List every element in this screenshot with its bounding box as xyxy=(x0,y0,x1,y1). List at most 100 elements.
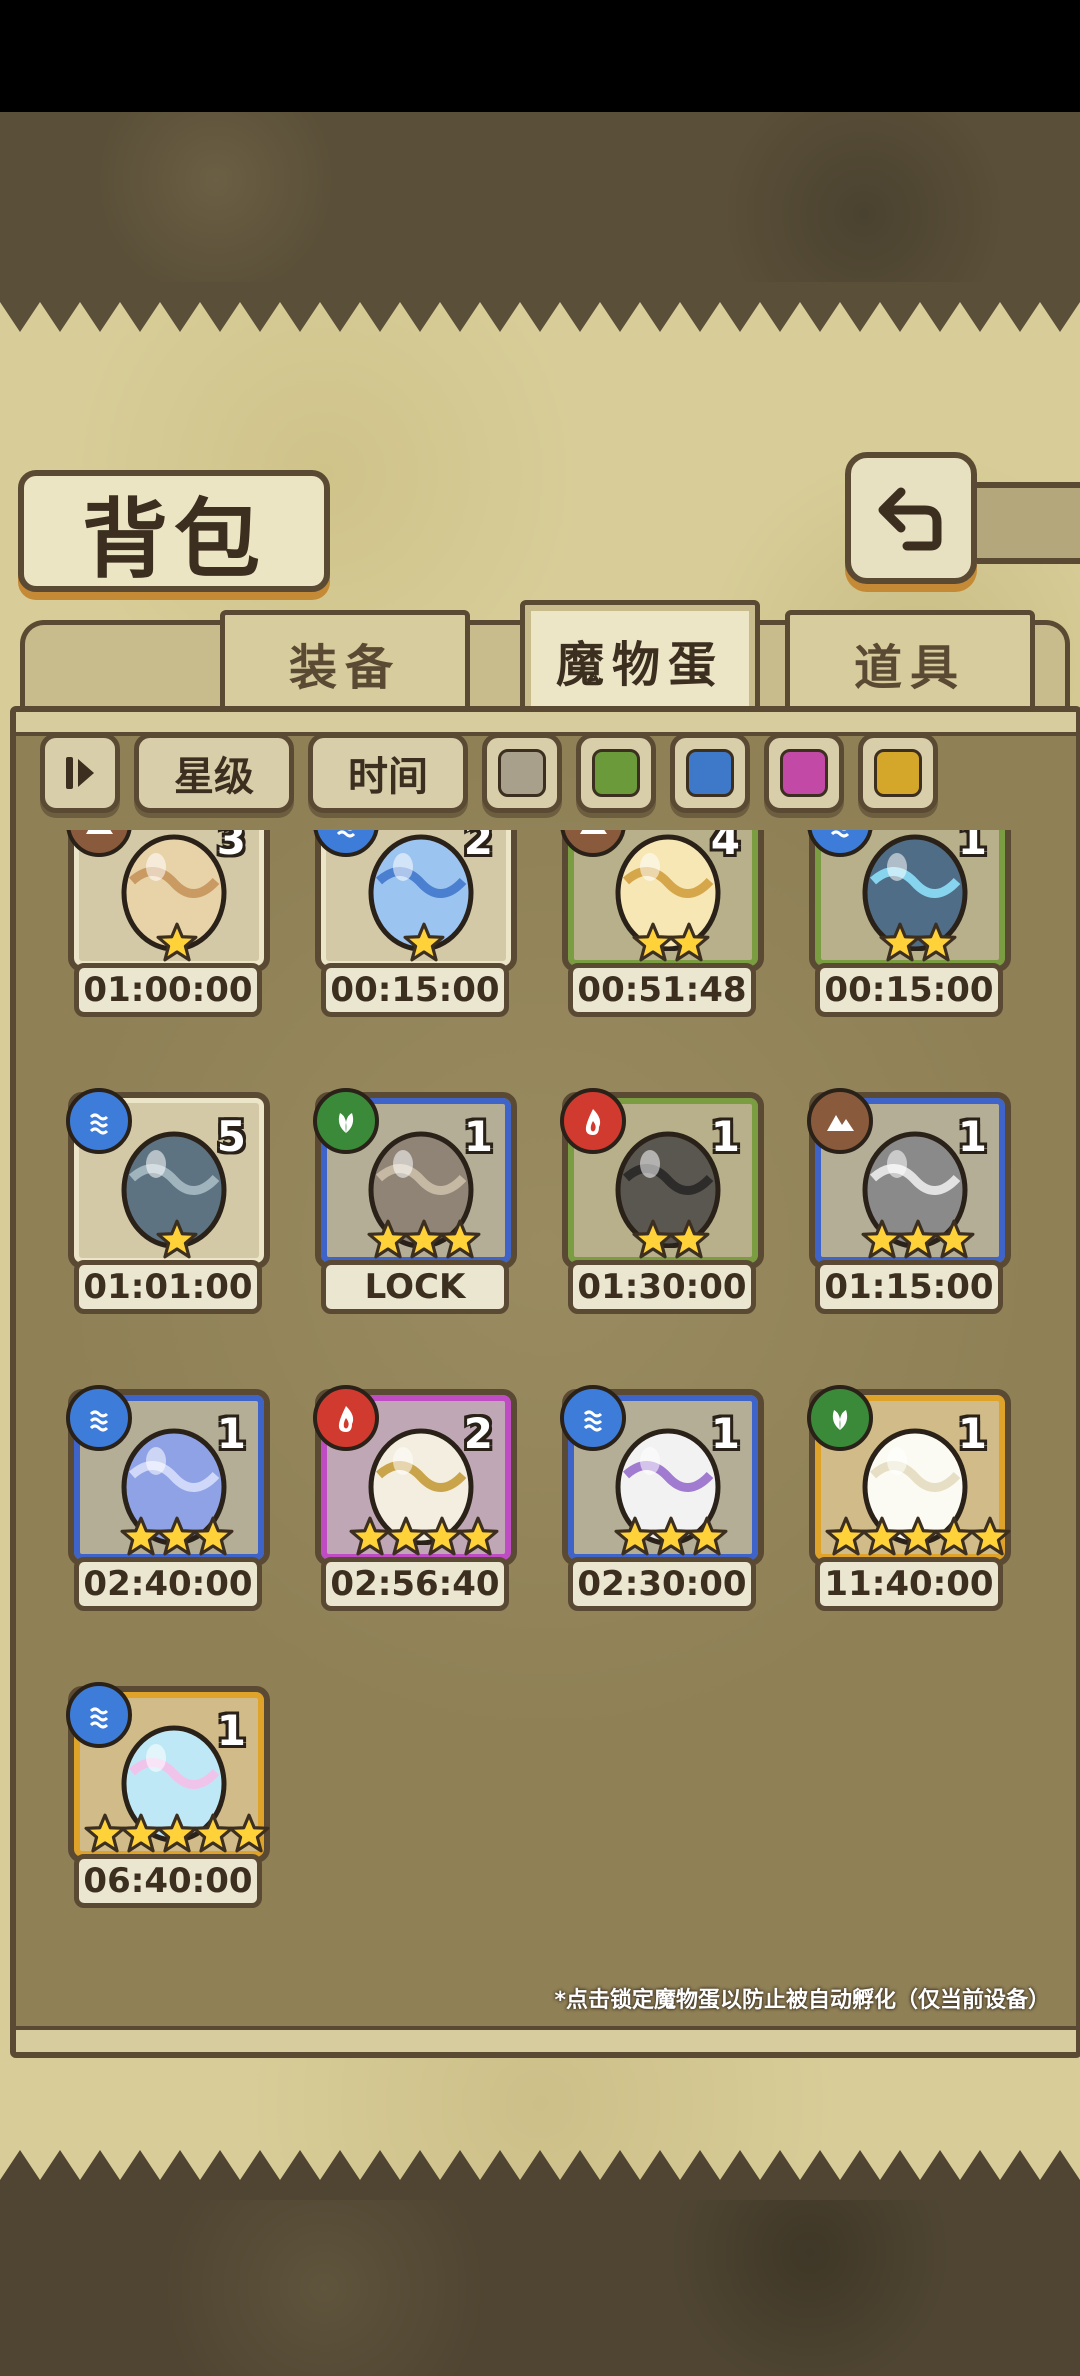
egg-count: 4 xyxy=(710,830,740,864)
element-badge xyxy=(807,1088,873,1154)
egg-slot[interactable]: 1 01:15:00 xyxy=(801,1088,1011,1332)
back-rail xyxy=(965,482,1080,564)
filter-blue-button[interactable] xyxy=(670,733,750,813)
hatch-timer: 11:40:00 xyxy=(815,1557,1003,1611)
zigzag-bottom-border xyxy=(0,2150,1080,2200)
water-element-icon xyxy=(583,1410,603,1432)
sort-by-time-button[interactable]: 时间 xyxy=(308,733,468,813)
egg-slot[interactable]: 4 00:51:48 xyxy=(554,830,764,1035)
earth-element-icon xyxy=(827,1115,854,1131)
gray-swatch xyxy=(498,749,546,797)
tab-monster-eggs-label: 魔物蛋 xyxy=(555,637,724,693)
hatch-timer: 01:15:00 xyxy=(815,1260,1003,1314)
egg-card[interactable]: 1 xyxy=(66,1385,270,1566)
hatch-timer: 01:00:00 xyxy=(74,963,262,1017)
egg-slot[interactable]: 1 00:15:00 xyxy=(801,830,1011,1035)
element-badge xyxy=(66,1682,132,1748)
egg-card[interactable]: 2 xyxy=(313,1385,517,1566)
water-element-icon xyxy=(89,1410,109,1432)
element-badge xyxy=(807,1385,873,1451)
element-badge xyxy=(560,1385,626,1451)
egg-count: 3 xyxy=(216,830,246,864)
egg-count: 1 xyxy=(216,1409,246,1458)
egg-card[interactable]: 3 xyxy=(66,830,270,972)
hatch-timer: 00:51:48 xyxy=(568,963,756,1017)
filter-green-button[interactable] xyxy=(576,733,656,813)
water-element-icon xyxy=(336,830,356,838)
plant-element-icon xyxy=(338,1113,354,1133)
hatch-timer: 02:56:40 xyxy=(321,1557,509,1611)
star-icon xyxy=(156,922,197,962)
egg-card[interactable]: 1 xyxy=(807,1088,1011,1269)
tab-equipment-label: 装备 xyxy=(288,640,401,696)
egg-count: 5 xyxy=(216,1112,246,1161)
sort-by-stars-button[interactable]: 星级 xyxy=(134,733,294,813)
egg-count: 2 xyxy=(463,830,493,864)
egg-slot[interactable]: 2 00:15:00 xyxy=(307,830,517,1035)
water-element-icon xyxy=(89,1707,109,1729)
egg-slot[interactable]: 1 02:40:00 xyxy=(60,1385,270,1629)
filter-bar: 星级 时间 xyxy=(40,733,938,813)
egg-card[interactable]: 1 xyxy=(807,830,1011,972)
egg-card[interactable]: 1 xyxy=(807,1385,1011,1566)
hatch-timer: 00:15:00 xyxy=(321,963,509,1017)
star-icon xyxy=(228,1813,269,1853)
egg-card[interactable]: 1 xyxy=(560,1088,764,1269)
star-icon xyxy=(192,1516,233,1556)
tab-monster-eggs[interactable]: 魔物蛋 xyxy=(520,600,760,720)
egg-slot[interactable]: 1 LOCK xyxy=(307,1088,517,1332)
egg-card[interactable]: 1 xyxy=(560,1385,764,1566)
egg-card[interactable]: 2 xyxy=(313,830,517,972)
hatch-timer: 01:01:00 xyxy=(74,1260,262,1314)
egg-count: 1 xyxy=(710,1112,740,1161)
element-badge xyxy=(313,1385,379,1451)
title-plate: 背包 xyxy=(18,470,330,592)
hatch-timer: 06:40:00 xyxy=(74,1854,262,1908)
hatch-timer: LOCK xyxy=(321,1260,509,1314)
filter-purple-button[interactable] xyxy=(764,733,844,813)
earth-element-icon xyxy=(580,830,607,834)
egg-count: 1 xyxy=(957,830,987,864)
element-badge xyxy=(560,1088,626,1154)
hatch-timer: 01:30:00 xyxy=(568,1260,756,1314)
element-badge xyxy=(313,1088,379,1154)
water-element-icon xyxy=(830,830,850,838)
egg-card[interactable]: 1 xyxy=(66,1682,270,1863)
egg-slot[interactable]: 3 01:00:00 xyxy=(60,830,270,1035)
egg-count: 1 xyxy=(463,1112,493,1161)
sort-toggle-button[interactable] xyxy=(40,733,120,813)
egg-slot[interactable]: 1 02:30:00 xyxy=(554,1385,764,1629)
sort-by-stars-label: 星级 xyxy=(174,754,254,800)
star-icon xyxy=(668,1219,709,1259)
egg-slot[interactable]: 5 01:01:00 xyxy=(60,1088,270,1332)
water-element-icon xyxy=(89,1113,109,1135)
star-icon xyxy=(439,1219,480,1259)
star-icon xyxy=(969,1516,1010,1556)
egg-card[interactable]: 4 xyxy=(560,830,764,972)
page-title: 背包 xyxy=(82,488,266,590)
filter-gray-button[interactable] xyxy=(482,733,562,813)
back-button[interactable] xyxy=(845,452,977,584)
back-arrow-icon xyxy=(878,487,942,551)
egg-slot[interactable]: 1 06:40:00 xyxy=(60,1682,270,1926)
back-button-group xyxy=(845,452,1080,584)
star-icon xyxy=(915,922,956,962)
egg-slot[interactable]: 1 01:30:00 xyxy=(554,1088,764,1332)
map-banner-top xyxy=(0,112,1080,282)
fire-element-icon xyxy=(338,1406,354,1432)
tab-equipment[interactable]: 装备 xyxy=(220,610,470,716)
filter-gold-button[interactable] xyxy=(858,733,938,813)
egg-card[interactable]: 5 xyxy=(66,1088,270,1269)
egg-count: 2 xyxy=(463,1409,493,1458)
hatch-timer: 00:15:00 xyxy=(815,963,1003,1017)
egg-grid[interactable]: 3 01:00:00 2 00:15:00 4 00:51:48 1 00:15:00 5 01:… xyxy=(30,830,1050,1980)
egg-count: 1 xyxy=(957,1112,987,1161)
sort-by-time-label: 时间 xyxy=(348,754,428,800)
plant-element-icon xyxy=(832,1410,848,1430)
egg-slot[interactable]: 2 02:56:40 xyxy=(307,1385,517,1629)
star-icon xyxy=(403,922,444,962)
egg-slot[interactable]: 1 11:40:00 xyxy=(801,1385,1011,1629)
map-banner-bottom xyxy=(0,2200,1080,2376)
egg-card[interactable]: 1 xyxy=(313,1088,517,1269)
tab-items[interactable]: 道具 xyxy=(785,610,1035,716)
